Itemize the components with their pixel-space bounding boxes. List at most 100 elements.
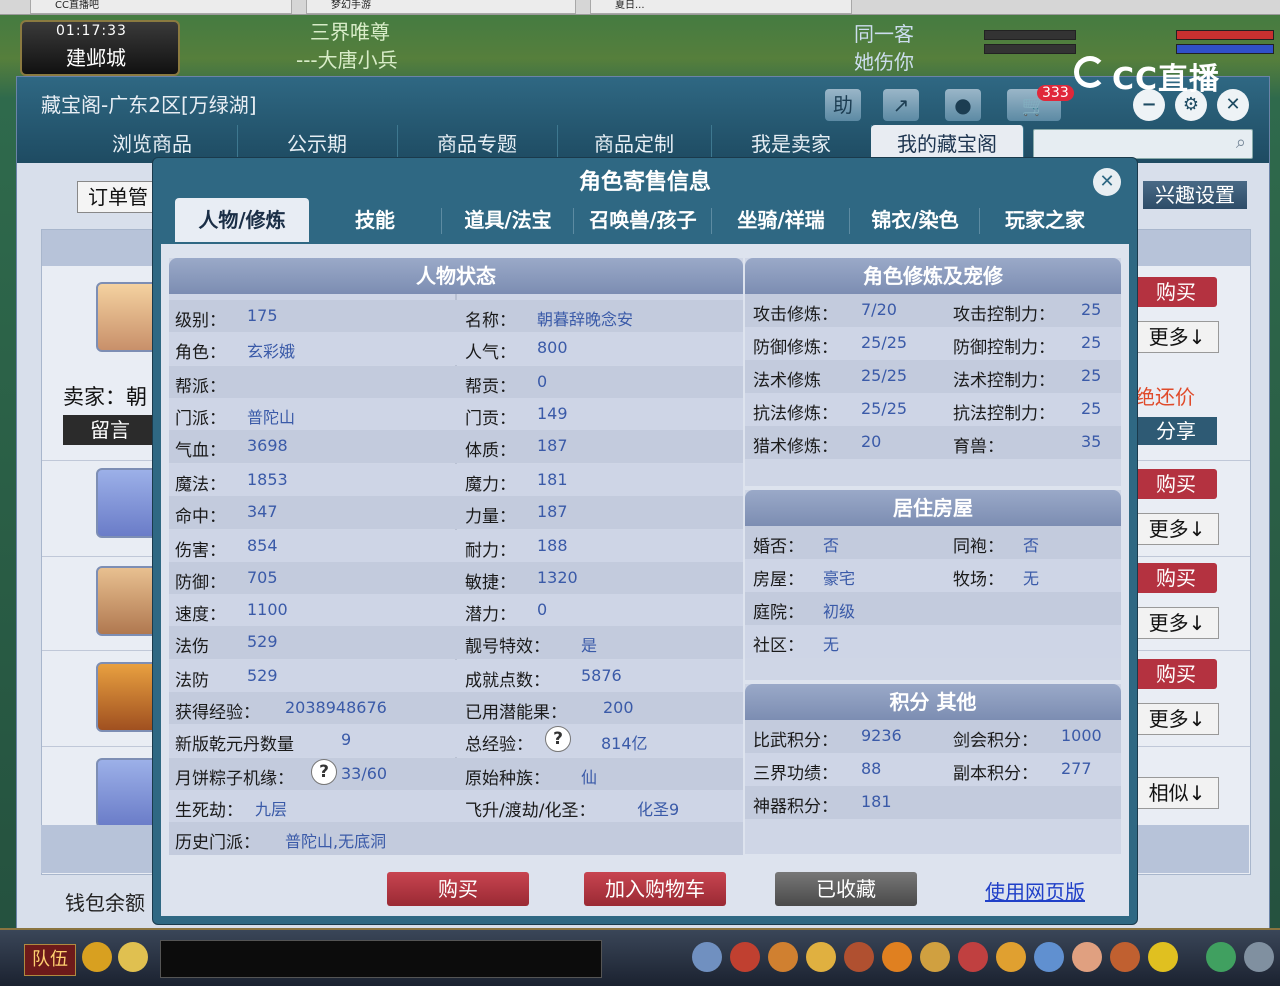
computer-icon[interactable] — [1244, 942, 1274, 972]
browser-tab-strip: CC直播吧 梦幻手游 夏日... — [0, 0, 1280, 15]
game-bottom-toolbar: 队伍 — [0, 928, 1280, 986]
microphone-icon[interactable] — [82, 942, 112, 972]
browser-tab-label: 梦幻手游 — [331, 0, 371, 11]
collected-button[interactable]: 已收藏 — [775, 872, 917, 906]
stat-label: 神器积分： — [753, 797, 838, 817]
search-icon[interactable]: ⌕ — [1236, 132, 1246, 153]
stat-label: 速度： — [175, 605, 226, 625]
browser-tab-label: 夏日... — [615, 0, 645, 11]
gang-icon[interactable] — [958, 942, 988, 972]
add-to-cart-button[interactable]: 加入购物车 — [584, 872, 726, 906]
stat-value: 否 — [1023, 536, 1040, 555]
stat-value: 800 — [537, 338, 568, 357]
smiley-icon[interactable] — [1148, 942, 1178, 972]
stat-value: 25 — [1081, 333, 1102, 352]
bag-icon[interactable] — [730, 942, 760, 972]
interest-settings-button[interactable]: 兴趣设置 — [1143, 181, 1247, 209]
record-icon[interactable]: ● — [945, 89, 981, 121]
stat-value: 无 — [823, 635, 840, 654]
chat-bubble-icon[interactable] — [118, 942, 148, 972]
stat-label: 抗法控制力： — [953, 404, 1055, 424]
help-button[interactable]: 助 — [825, 89, 861, 121]
scene-text: 三界唯尊 — [310, 20, 390, 44]
stat-value: 0 — [537, 372, 548, 391]
tab-outfits[interactable]: 锦衣/染色 — [851, 198, 979, 242]
stat-value: 初级 — [823, 602, 856, 621]
pet-icon[interactable] — [806, 942, 836, 972]
modal-body: 人物状态 级别： 175 名称： 朝暮辞晚念安 角色： 玄彩娥 人气： 800 帮派： 帮贡： 0 门… — [161, 244, 1129, 916]
tab-character[interactable]: 人物/修炼 — [175, 198, 309, 242]
buy-button[interactable]: 购买 — [1135, 659, 1217, 689]
stat-label: 角色： — [175, 343, 226, 363]
avatar[interactable] — [96, 662, 158, 732]
stat-label: 法术修炼 — [753, 371, 821, 391]
current-city: 建邺城 — [66, 46, 126, 70]
stat-label: 靓号特效： — [465, 637, 550, 657]
tab-items[interactable]: 道具/法宝 — [443, 198, 573, 242]
gift-icon[interactable] — [1110, 942, 1140, 972]
tab-separator — [573, 208, 574, 234]
buy-button[interactable]: 购买 — [387, 872, 529, 906]
close-icon[interactable]: ✕ — [1093, 168, 1121, 196]
more-button[interactable]: 更多↓ — [1135, 607, 1219, 639]
browser-tab[interactable]: 梦幻手游 — [306, 0, 576, 14]
stat-value: 188 — [537, 536, 568, 555]
stat-value: 88 — [861, 759, 882, 778]
close-icon[interactable]: ✕ — [1217, 89, 1249, 121]
more-button[interactable]: 更多↓ — [1135, 321, 1219, 353]
buy-button[interactable]: 购买 — [1135, 563, 1217, 593]
window-title: 藏宝阁-广东2区[万绿湖] — [41, 93, 257, 117]
stat-label: 生死劫： — [175, 801, 243, 821]
web-version-link[interactable]: 使用网页版 — [985, 876, 1085, 905]
chat-input[interactable] — [160, 940, 602, 978]
share-button[interactable]: 分享 — [1135, 417, 1217, 445]
buy-button[interactable]: 购买 — [1135, 469, 1217, 499]
similar-button[interactable]: 相似↓ — [1135, 777, 1219, 809]
system-icon[interactable] — [1206, 942, 1236, 972]
quest-icon[interactable] — [920, 942, 950, 972]
tab-summons[interactable]: 召唤兽/孩子 — [575, 198, 711, 242]
message-button[interactable]: 留言 — [63, 415, 157, 445]
stat-value: 2038948676 — [285, 698, 387, 717]
stat-label: 获得经验： — [175, 703, 260, 723]
stat-label: 比武积分： — [753, 731, 838, 751]
help-question-icon[interactable]: ? — [311, 759, 337, 785]
character-info-modal: 角色寄售信息 ✕ 人物/修炼 技能 道具/法宝 召唤兽/孩子 坐骑/祥瑞 锦衣/… — [152, 157, 1138, 925]
friend-icon[interactable] — [882, 942, 912, 972]
help-question-icon[interactable]: ? — [545, 726, 571, 752]
avatar[interactable] — [96, 758, 158, 828]
avatar[interactable] — [96, 282, 158, 352]
skill-icon[interactable] — [768, 942, 798, 972]
stat-label: 门派： — [175, 409, 226, 429]
avatar[interactable] — [96, 468, 158, 538]
stat-value: 7/20 — [861, 300, 897, 319]
buy-button[interactable]: 购买 — [1135, 277, 1217, 307]
stat-value: 187 — [537, 436, 568, 455]
map-icon[interactable] — [1034, 942, 1064, 972]
browser-tab-label: CC直播吧 — [55, 0, 99, 11]
team-button[interactable]: 队伍 — [24, 944, 76, 976]
share-arrow-icon[interactable]: ↗ — [883, 89, 919, 121]
stat-value: 200 — [603, 698, 634, 717]
tab-player-home[interactable]: 玩家之家 — [981, 198, 1109, 242]
stat-value: 25 — [1081, 399, 1102, 418]
search-input[interactable]: ⌕ — [1033, 129, 1253, 159]
tab-mounts[interactable]: 坐骑/祥瑞 — [713, 198, 849, 242]
more-button[interactable]: 更多↓ — [1135, 703, 1219, 735]
more-button[interactable]: 更多↓ — [1135, 513, 1219, 545]
avatar[interactable] — [96, 566, 158, 636]
bell-icon[interactable] — [996, 942, 1026, 972]
stat-label: 力量： — [465, 507, 516, 527]
browser-tab[interactable]: CC直播吧 — [30, 0, 292, 14]
team-icon[interactable] — [844, 942, 874, 972]
stat-value: 705 — [247, 568, 278, 587]
tab-skills[interactable]: 技能 — [309, 198, 441, 242]
stat-label: 同袍： — [953, 537, 1004, 557]
stat-label: 魔力： — [465, 475, 516, 495]
stat-value: 5876 — [581, 666, 622, 685]
stat-value: 187 — [537, 502, 568, 521]
browser-tab[interactable]: 夏日... — [590, 0, 852, 14]
sword-icon[interactable] — [692, 942, 722, 972]
peach-icon[interactable] — [1072, 942, 1102, 972]
stat-value: 181 — [861, 792, 892, 811]
